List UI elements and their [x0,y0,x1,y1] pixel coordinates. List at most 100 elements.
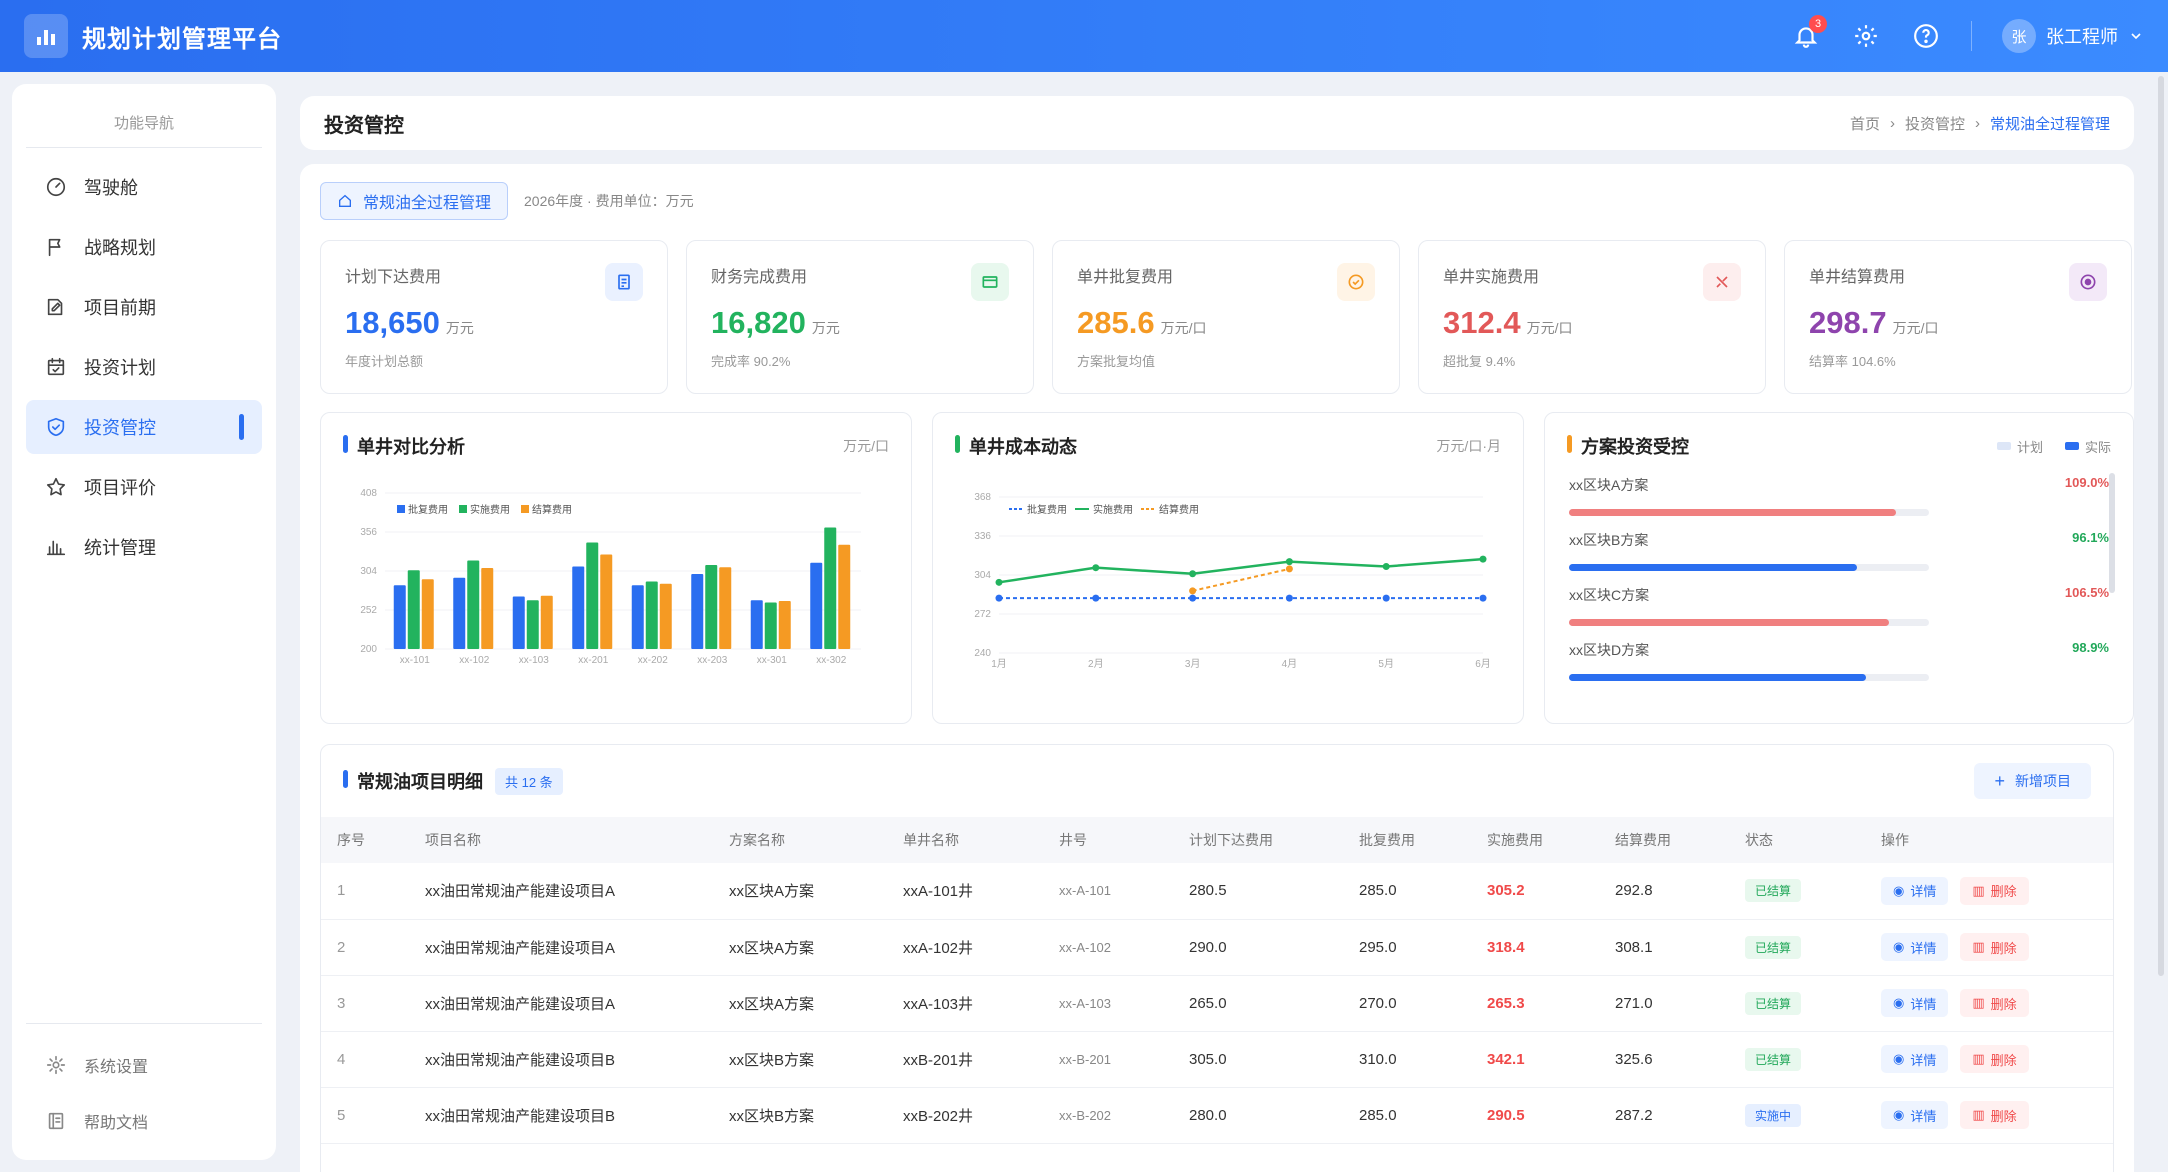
view-button[interactable]: ◉ 详情 [1881,989,1949,1017]
delete-button[interactable]: ▥ 删除 [1960,1101,2029,1129]
sidebar-item-1[interactable]: 帮助文档 [26,1096,262,1146]
budget-name: xx区块B方案 [1569,532,1649,548]
window-scrollbar[interactable] [2158,76,2164,976]
sidebar-item-1[interactable]: 战略规划 [26,220,262,274]
kpi-label: 计划下达费用 [345,269,442,286]
cell-well: xxA-101井 [887,863,1043,920]
breadcrumb-current: 常规油全过程管理 [1989,115,2110,133]
bar [659,583,672,649]
legend-swatch [521,505,529,513]
sidebar-item-0[interactable]: 系统设置 [26,1040,262,1090]
cell-plan: xx区块B方案 [713,1087,887,1144]
user-menu[interactable]: 张 张工程师 [2002,19,2144,53]
app-title: 规划计划管理平台 [82,25,282,53]
add-project-button[interactable]: + 新增项目 [1974,763,2091,799]
cell-well-id: xx-B-202 [1043,1087,1173,1144]
flag-icon [44,235,68,259]
home-icon [339,194,351,207]
user-name: 张工程师 [2046,27,2118,47]
view-button[interactable]: ◉ 详情 [1881,933,1949,961]
cell-status: 实施中 [1729,1087,1865,1144]
bar [705,565,718,649]
x-tick-label: 2月 [1088,658,1104,670]
delete-button[interactable]: ▥ 删除 [1960,989,2029,1017]
column-header: 项目名称 [409,817,713,863]
gear-icon[interactable] [1851,21,1881,51]
budget-fill [1569,509,1896,516]
table-title: 常规油项目明细 [343,768,483,794]
kpi-icon [605,263,643,301]
y-tick-label: 368 [974,492,991,503]
table-row [321,1143,2113,1172]
cell-well-id: xx-A-101 [1043,863,1173,920]
legend-label: 批复费用 [1027,503,1067,516]
data-point [1189,587,1197,595]
line-chart-card: 单井成本动态 万元/口·月 240 272 304 336 368 批复费用 实施费用 结算费… [932,412,1524,724]
sidebar-item-5[interactable]: 项目评价 [26,460,262,514]
x-tick-label: xx-201 [578,655,608,666]
breadcrumb-section[interactable]: 投资管控 [1905,113,1965,134]
cell-impl: 342.1 [1471,1031,1599,1088]
help-icon[interactable] [1911,21,1941,51]
sidebar-item-0[interactable]: 驾驶舱 [26,160,262,214]
sidebar-item-label: 驾驶舱 [84,178,138,198]
x-tick-label: xx-103 [519,655,549,666]
column-header: 序号 [321,817,409,863]
status-badge: 实施中 [1745,1103,1802,1127]
bar [778,601,791,649]
breadcrumb-home[interactable]: 首页 [1850,113,1880,134]
cell-approved: 295.0 [1343,919,1471,976]
kpi-sub: 结算率 104.6% [1809,354,1896,369]
sidebar-item-6[interactable]: 统计管理 [26,520,262,574]
eye-icon: ◉ [1893,1107,1905,1122]
budget-fill [1569,564,1858,571]
y-tick-label: 336 [974,531,991,542]
cell-project: xx油田常规油产能建设项目A [409,863,713,920]
table-row: 3 xx油田常规油产能建设项目A xx区块A方案 xxA-103井 xx-A-103 26… [321,975,2113,1032]
cell-no: 2 [321,919,409,976]
sidebar-item-label: 投资计划 [84,358,156,378]
data-point [1382,562,1390,570]
status-badge: 已结算 [1745,935,1802,959]
sidebar-item-4[interactable]: 投资管控 [26,400,262,454]
star-icon [44,475,68,499]
top-bar: 规划计划管理平台 3 张 张工程师 [0,0,2168,72]
notification-bell-icon[interactable]: 3 [1791,15,1827,51]
page-header: 投资管控 首页 › 投资管控 › 常规油全过程管理 [300,96,2134,150]
data-point [1285,565,1293,573]
budget-pct: 98.9% [2072,640,2109,655]
data-point [1479,594,1487,602]
cell-settle: 308.1 [1599,919,1729,976]
sidebar-item-3[interactable]: 投资计划 [26,340,262,394]
sidebar-item-2[interactable]: 项目前期 [26,280,262,334]
kpi-icon [1703,263,1741,301]
trash-icon: ▥ [1972,939,1985,954]
kpi-card: 财务完成费用 16,820 万元 完成率 90.2% [686,240,1034,394]
card-scrollbar[interactable] [2109,473,2115,593]
sidebar-item-label: 统计管理 [84,538,156,558]
gear-icon [44,1053,68,1077]
cell-impl: 318.4 [1471,919,1599,976]
bar [645,581,658,649]
shield-icon [44,415,68,439]
x-tick-label: 6月 [1475,658,1491,670]
cell-project: xx油田常规油产能建设项目A [409,975,713,1032]
delete-button[interactable]: ▥ 删除 [1960,933,2029,961]
data-point [995,594,1003,602]
line-chart: 240 272 304 336 368 批复费用 实施费用 结算费用 1月 2月 3月 4月 5月 6月 [974,492,1491,670]
view-button[interactable]: ◉ 详情 [1881,1045,1949,1073]
x-tick-label: 5月 [1378,658,1394,670]
trash-icon: ▥ [1972,995,1985,1010]
delete-button[interactable]: ▥ 删除 [1960,1045,2029,1073]
kpi-value: 16,820 [711,305,806,340]
bar [810,562,823,649]
page-title: 投资管控 [324,114,404,137]
budget-pct: 106.5% [2064,585,2109,600]
x-tick-label: 3月 [1185,658,1201,670]
budget-name: xx区块A方案 [1569,477,1649,493]
delete-button[interactable]: ▥ 删除 [1960,876,2029,905]
view-button[interactable]: ◉ 详情 [1881,876,1949,905]
kpi-card: 计划下达费用 18,650 万元 年度计划总额 [320,240,668,394]
view-button[interactable]: ◉ 详情 [1881,1101,1949,1129]
scene-tag[interactable]: 常规油全过程管理 [320,182,509,220]
